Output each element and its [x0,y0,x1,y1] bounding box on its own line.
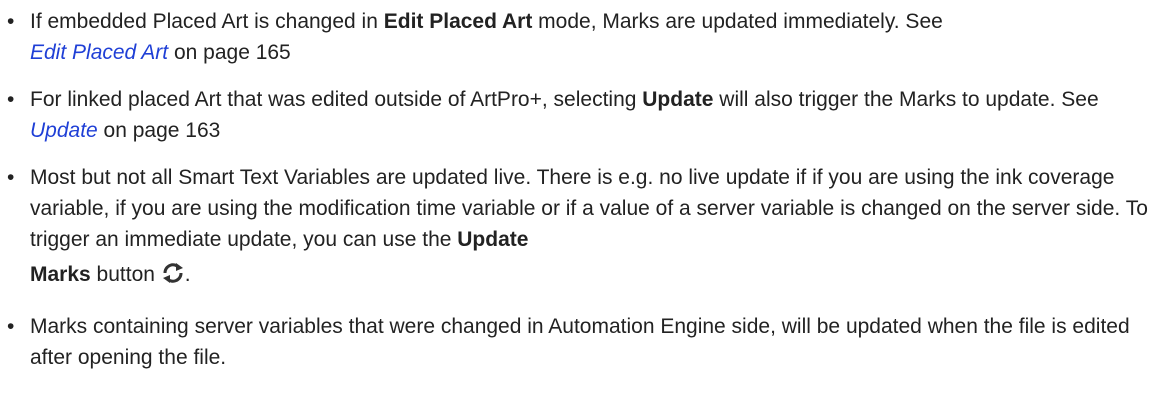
item-text: Marks containing server variables that w… [30,315,1130,369]
bullet-list: • If embedded Placed Art is changed in E… [0,6,1149,373]
bullet-marker: • [7,88,15,111]
item-text: mode, Marks are updated immediately. See [532,10,943,33]
item-text: on page 165 [168,41,291,64]
item-text: For linked placed Art that was edited ou… [30,88,643,111]
bullet-marker: • [7,166,15,189]
bullet-marker: • [7,10,15,33]
list-item: • Marks containing server variables that… [0,311,1149,373]
item-text: on page 163 [97,119,221,142]
item-text: . [184,263,191,286]
cross-reference-link[interactable]: Update [30,119,98,142]
list-item: • If embedded Placed Art is changed in E… [0,6,1149,68]
item-text: If embedded Placed Art is changed in [30,10,384,33]
list-item: • Most but not all Smart Text Variables … [0,162,1149,295]
bullet-marker: • [7,315,15,338]
item-text: button [90,263,161,286]
bold-term: Update [642,88,714,111]
cross-reference-link[interactable]: Edit Placed Art [30,41,168,64]
bold-term: Edit Placed Art [383,10,533,33]
document-body: • If embedded Placed Art is changed in E… [0,0,1169,373]
refresh-icon [161,258,185,283]
bold-term: Marks [30,263,91,286]
bold-term: Update [457,228,529,251]
item-text: Most but not all Smart Text Variables ar… [30,166,1148,251]
list-item: • For linked placed Art that was edited … [0,84,1149,146]
item-text: will also trigger the Marks to update. S… [713,88,1099,111]
